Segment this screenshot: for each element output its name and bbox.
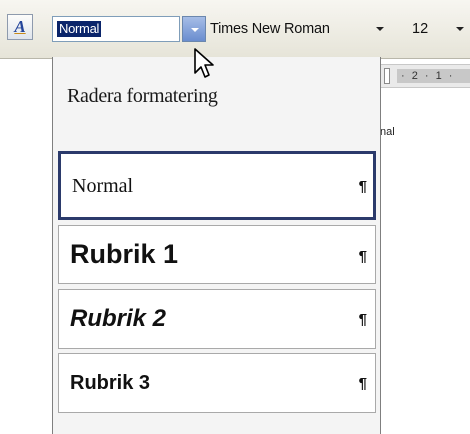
style-item-rubrik-3[interactable]: Rubrik 3 ¶ xyxy=(58,353,376,413)
ruler-scale: · 2 · 1 · xyxy=(397,69,470,83)
chevron-down-icon[interactable] xyxy=(376,27,384,31)
style-item-rubrik-1[interactable]: Rubrik 1 ¶ xyxy=(58,225,376,284)
style-item-normal[interactable]: Normal ¶ xyxy=(58,151,376,220)
style-item-label: Rubrik 3 xyxy=(70,372,151,394)
chevron-down-icon xyxy=(191,28,199,32)
font-combobox[interactable]: Times New Roman xyxy=(210,16,365,42)
style-item-label: Rubrik 2 xyxy=(70,305,167,332)
style-item-rubrik-2[interactable]: Rubrik 2 ¶ xyxy=(58,289,376,349)
mouse-pointer-icon xyxy=(194,48,214,78)
style-item-label: Normal xyxy=(72,175,134,197)
paragraph-mark-icon: ¶ xyxy=(358,311,367,328)
style-combobox-value[interactable]: Normal xyxy=(57,21,102,37)
formatting-toolbar: A Normal Times New Roman 12 xyxy=(0,0,470,59)
ruler-indent-marker[interactable] xyxy=(384,68,390,84)
paragraph-mark-icon: ¶ xyxy=(358,178,367,195)
styles-and-formatting-icon[interactable]: A xyxy=(7,14,33,40)
font-size-combobox[interactable]: 12 xyxy=(412,16,442,42)
paragraph-mark-icon: ¶ xyxy=(358,375,367,392)
clear-formatting-item[interactable]: Radera formatering xyxy=(67,85,218,108)
style-combobox[interactable]: Normal xyxy=(52,16,180,42)
horizontal-ruler[interactable]: · 2 · 1 · xyxy=(380,64,470,88)
style-item-label: Rubrik 1 xyxy=(70,239,179,269)
paragraph-mark-icon: ¶ xyxy=(358,248,367,265)
chevron-down-icon[interactable] xyxy=(456,27,464,31)
style-dropdown-button[interactable] xyxy=(182,16,206,42)
style-dropdown-list: Radera formatering Normal ¶ Rubrik 1 ¶ R… xyxy=(52,57,381,434)
document-text-fragment: nal xyxy=(380,126,395,138)
